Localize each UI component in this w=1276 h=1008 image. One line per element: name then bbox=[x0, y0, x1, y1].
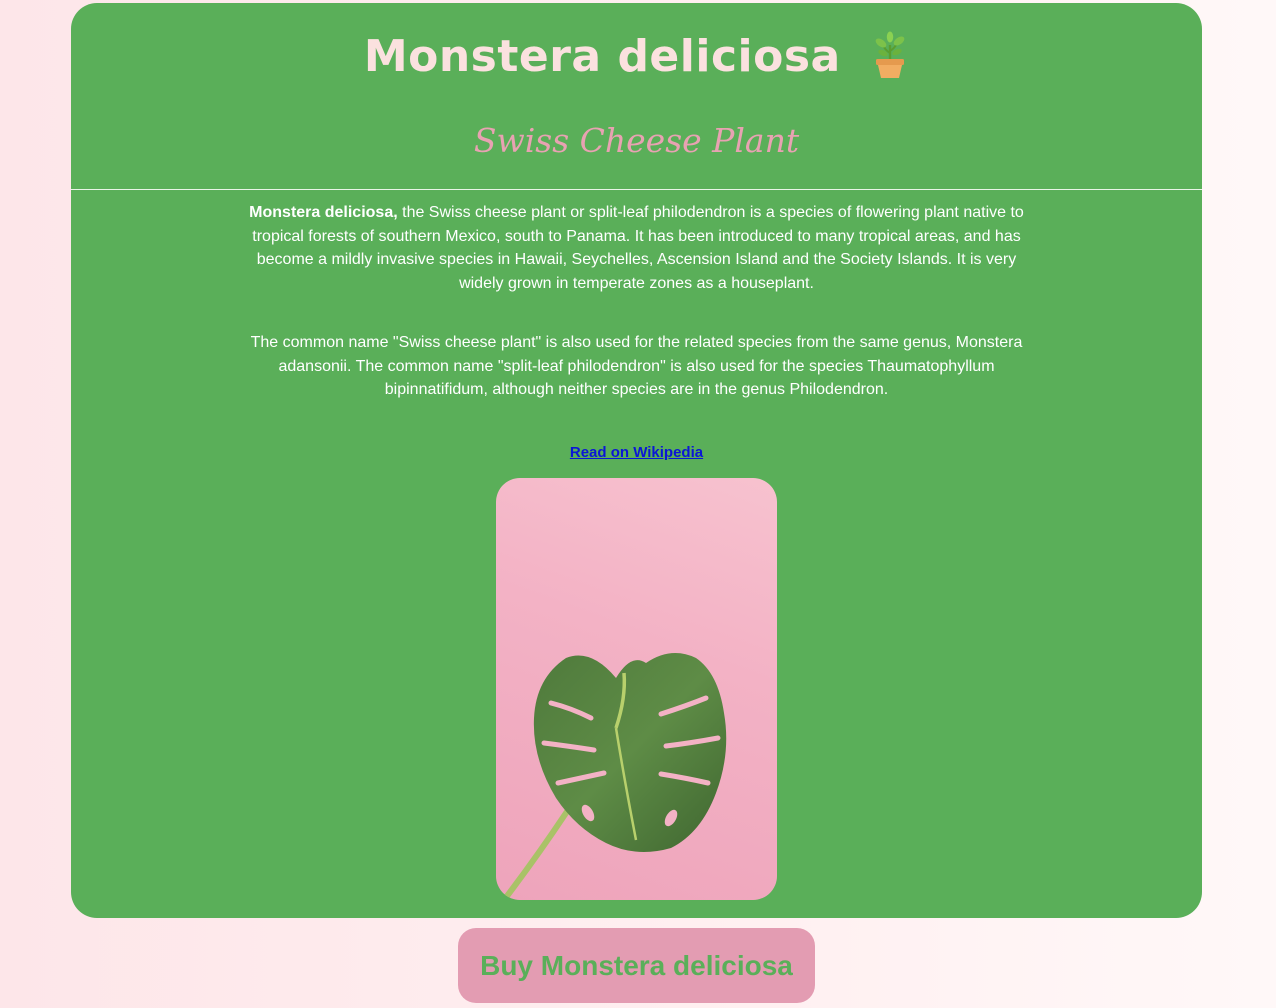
description-paragraph-2: The common name "Swiss cheese plant" is … bbox=[250, 334, 1023, 398]
buy-button[interactable]: Buy Monstera deliciosa bbox=[458, 928, 815, 1003]
plant-card: Monstera deliciosa Swiss Cheese Plant Mo… bbox=[71, 3, 1202, 918]
potted-plant-icon bbox=[871, 31, 909, 79]
page-subtitle: Swiss Cheese Plant bbox=[473, 121, 800, 160]
wiki-link-container: Read on Wikipedia bbox=[71, 444, 1202, 461]
title-row: Monstera deliciosa bbox=[71, 31, 1202, 91]
plant-name-bold: Monstera deliciosa, bbox=[249, 204, 398, 221]
header-divider bbox=[71, 189, 1202, 190]
page-title: Monstera deliciosa bbox=[363, 31, 841, 82]
monstera-leaf-photo bbox=[496, 478, 777, 900]
wikipedia-link[interactable]: Read on Wikipedia bbox=[570, 444, 703, 461]
description-paragraph-1: Monstera deliciosa, the Swiss cheese pla… bbox=[246, 201, 1027, 295]
